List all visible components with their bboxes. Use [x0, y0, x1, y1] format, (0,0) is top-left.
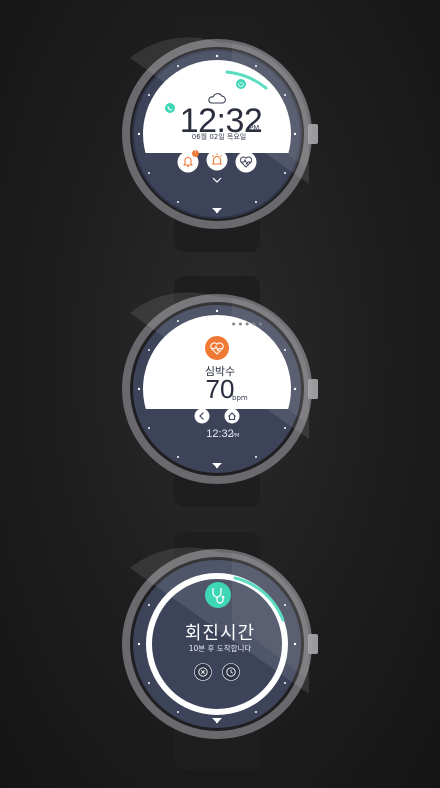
- snooze-button[interactable]: [222, 663, 240, 681]
- page-indicator: ● ● ● ● ●: [232, 321, 264, 326]
- watch-rounds-alert: 회진시간 10분 후 도착합니다: [0, 0, 440, 770]
- ampm-label: PM: [232, 433, 240, 439]
- dismiss-button[interactable]: [194, 663, 212, 681]
- alert-title: 회진시간: [184, 623, 256, 644]
- stethoscope-icon: [205, 582, 231, 608]
- metric-unit: bpm: [232, 394, 248, 402]
- back-button[interactable]: [194, 408, 210, 424]
- home-button[interactable]: [224, 408, 240, 424]
- heart-rate-icon: [205, 336, 229, 360]
- alert-subtitle: 10분 후 도착합니다: [188, 644, 252, 653]
